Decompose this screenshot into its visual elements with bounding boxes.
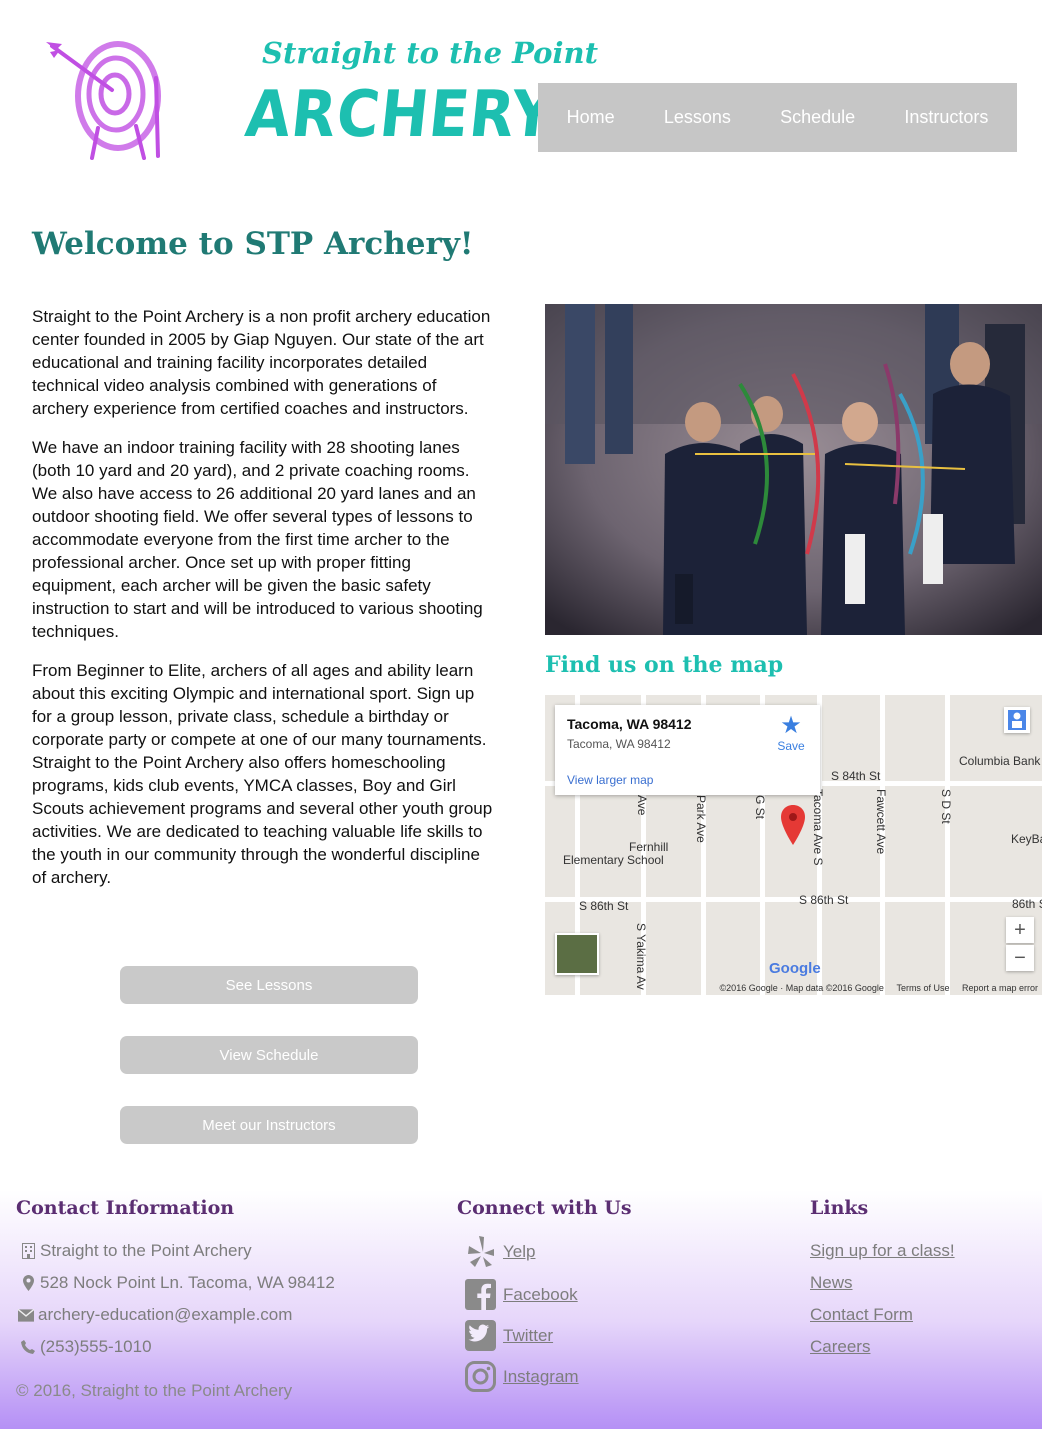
logo-wordmark[interactable]: Straight to the Point ARCHERY (242, 34, 598, 154)
instagram-link[interactable]: Instagram (503, 1367, 579, 1387)
map-attribution: ©2016 Google · Map data ©2016 Google Ter… (710, 983, 1038, 993)
link-contact-form[interactable]: Contact Form (810, 1305, 913, 1325)
logo-title: ARCHERY (242, 78, 559, 152)
map-title: Find us on the map (545, 652, 784, 678)
street-yakima: S Yakima Av (634, 923, 648, 990)
contact-name: Straight to the Point Archery (20, 1241, 252, 1261)
archers-photo (545, 304, 1042, 635)
contact-email-text[interactable]: archery-education@example.com (38, 1305, 292, 1325)
poi-school-line1: Fernhill (629, 840, 669, 854)
social-twitter[interactable]: Twitter (465, 1320, 553, 1351)
map-place-address: Tacoma, WA 98412 (567, 737, 671, 751)
main-nav: Home Lessons Schedule Instructors (538, 83, 1017, 152)
contact-name-text: Straight to the Point Archery (40, 1241, 252, 1260)
instagram-icon (465, 1361, 496, 1392)
contact-phone[interactable]: (253)555-1010 (20, 1337, 152, 1357)
contact-phone-text[interactable]: (253)555-1010 (40, 1337, 152, 1357)
map-embed[interactable]: S 84th St S 86th St S 86th St 86th S S Y… (545, 695, 1042, 995)
facebook-icon (465, 1279, 496, 1310)
contact-address: 528 Nock Point Ln. Tacoma, WA 98412 (20, 1273, 335, 1293)
view-larger-map-link[interactable]: View larger map (567, 773, 653, 787)
links-heading: Links (810, 1197, 869, 1219)
view-schedule-button[interactable]: View Schedule (120, 1036, 418, 1074)
poi-bank: Columbia Bank (959, 754, 1041, 768)
map-marker-icon (20, 1274, 36, 1292)
street-s84: S 84th St (831, 769, 881, 783)
logo-target-icon (46, 41, 161, 160)
street-s86-east: S 86th St (799, 893, 849, 907)
satellite-toggle[interactable] (555, 933, 599, 975)
map-save-button[interactable]: ★ Save (776, 712, 806, 754)
nav-home[interactable]: Home (567, 107, 615, 128)
social-instagram[interactable]: Instagram (465, 1361, 579, 1392)
street-s86-west: S 86th St (579, 899, 629, 913)
nav-instructors[interactable]: Instructors (904, 107, 988, 128)
intro-text: Straight to the Point Archery is a non p… (32, 305, 494, 905)
google-logo: Google (769, 960, 821, 977)
map-terms-link[interactable]: Terms of Use (896, 983, 949, 993)
intro-paragraph-2: We have an indoor training facility with… (32, 438, 483, 641)
contact-address-text: 528 Nock Point Ln. Tacoma, WA 98412 (40, 1273, 335, 1292)
page-title: Welcome to STP Archery! (32, 226, 474, 262)
yelp-link[interactable]: Yelp (503, 1242, 535, 1262)
street-tacoma-ave: Tacoma Ave S (811, 789, 825, 866)
map-report-link[interactable]: Report a map error (962, 983, 1038, 993)
link-careers[interactable]: Careers (810, 1337, 870, 1357)
link-news[interactable]: News (810, 1273, 853, 1293)
zoom-out-button[interactable]: − (1006, 945, 1034, 971)
link-sign-up[interactable]: Sign up for a class! (810, 1241, 955, 1261)
map-copyright: ©2016 Google · Map data ©2016 Google (719, 983, 884, 993)
connect-heading: Connect with Us (457, 1197, 632, 1219)
pegman-icon[interactable] (1004, 707, 1030, 733)
meet-instructors-button[interactable]: Meet our Instructors (120, 1106, 418, 1144)
street-fawcett: Fawcett Ave (874, 789, 888, 855)
poi-keybank: KeyBa (1011, 832, 1042, 846)
nav-lessons[interactable]: Lessons (664, 107, 731, 128)
map-place-name: Tacoma, WA 98412 (567, 716, 692, 732)
twitter-icon (465, 1320, 496, 1351)
poi-school-line2: Elementary School (563, 853, 664, 867)
see-lessons-button[interactable]: See Lessons (120, 966, 418, 1004)
map-info-card: Tacoma, WA 98412 Tacoma, WA 98412 View l… (555, 705, 820, 795)
twitter-link[interactable]: Twitter (503, 1326, 553, 1346)
phone-icon (20, 1338, 36, 1356)
social-facebook[interactable]: Facebook (465, 1279, 578, 1310)
street-86th-edge: 86th S (1012, 897, 1042, 911)
contact-heading: Contact Information (16, 1197, 235, 1219)
map-save-label: Save (777, 739, 805, 753)
yelp-icon (465, 1235, 496, 1267)
contact-email[interactable]: archery-education@example.com (18, 1305, 292, 1325)
street-sd: S D St (939, 789, 953, 824)
street-g: G St (753, 795, 767, 820)
street-park: Park Ave (694, 795, 708, 843)
intro-paragraph-3: From Beginner to Elite, archers of all a… (32, 661, 493, 887)
facebook-link[interactable]: Facebook (503, 1285, 578, 1305)
envelope-icon (18, 1306, 34, 1324)
star-icon: ★ (780, 712, 802, 739)
logo-tagline: Straight to the Point (262, 36, 599, 70)
map-pin-icon[interactable] (781, 805, 805, 845)
nav-schedule[interactable]: Schedule (780, 107, 855, 128)
street-ave: Ave (635, 795, 649, 816)
zoom-in-button[interactable]: + (1006, 917, 1034, 943)
building-icon (20, 1242, 36, 1260)
site-footer: Contact Information Connect with Us Link… (0, 1190, 1042, 1429)
footer-copyright: © 2016, Straight to the Point Archery (16, 1381, 293, 1400)
social-yelp[interactable]: Yelp (465, 1235, 535, 1267)
intro-paragraph-1: Straight to the Point Archery is a non p… (32, 307, 491, 418)
